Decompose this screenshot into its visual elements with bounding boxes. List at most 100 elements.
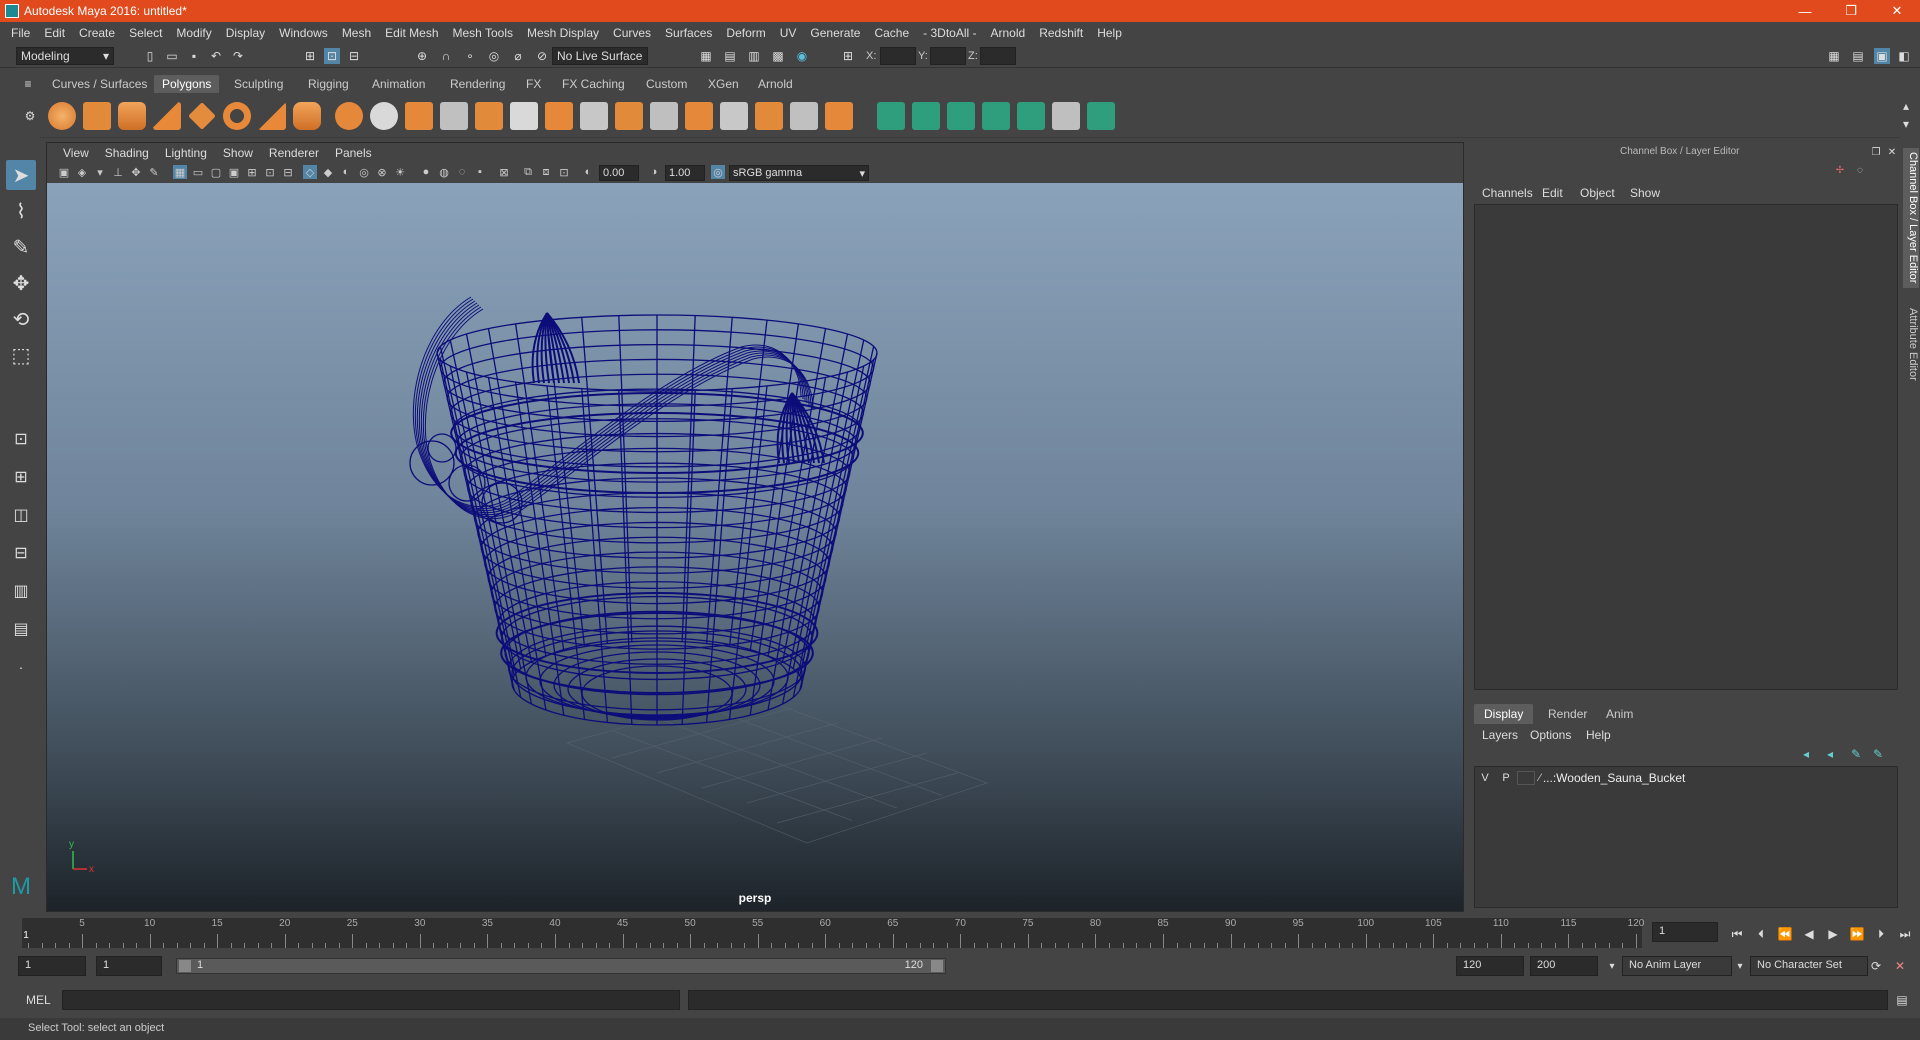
render-view-icon[interactable]: ▩ xyxy=(770,48,786,64)
3d-viewport[interactable]: y x persp xyxy=(47,183,1463,911)
camera-select-icon[interactable]: ▣ xyxy=(57,165,71,179)
spherical-mapping-icon[interactable] xyxy=(982,102,1010,130)
shelf-tab-arnold[interactable]: Arnold xyxy=(750,75,801,93)
step-forward-icon[interactable]: ⏵ xyxy=(1872,926,1890,942)
shelf-tab-curves-surfaces[interactable]: Curves / Surfaces xyxy=(44,75,155,93)
go-to-start-icon[interactable]: ⏮ xyxy=(1728,926,1746,942)
2d-pan-zoom-icon[interactable]: ✥ xyxy=(129,165,143,179)
range-end-handle[interactable] xyxy=(931,960,943,972)
shelf-tab-fx-caching[interactable]: FX Caching xyxy=(554,75,633,93)
step-forward-key-icon[interactable]: ⏩ xyxy=(1848,926,1866,942)
ipr-render-icon[interactable]: ▥ xyxy=(746,48,762,64)
persp-outliner-layout-icon[interactable]: ▥ xyxy=(6,576,36,606)
layer-color-swatch[interactable] xyxy=(1517,771,1535,785)
range-bar[interactable]: 1 120 xyxy=(176,958,946,974)
boolean-icon[interactable] xyxy=(475,102,503,130)
live-surface-field[interactable]: No Live Surface xyxy=(552,47,648,65)
planar-mapping-icon[interactable] xyxy=(912,102,940,130)
step-back-icon[interactable]: ⏴ xyxy=(1752,926,1770,942)
snap-curve-icon[interactable]: ∩ xyxy=(438,48,454,64)
menu-edit[interactable]: Edit xyxy=(37,26,72,40)
save-scene-icon[interactable]: ▪ xyxy=(186,48,202,64)
xray-joints-icon[interactable]: ⧈ xyxy=(539,165,553,179)
undo-icon[interactable]: ↶ xyxy=(208,48,224,64)
shelf-scroll-up-icon[interactable]: ▴ xyxy=(1898,98,1914,114)
hypershade-icon[interactable]: ◉ xyxy=(794,48,810,64)
scale-tool-icon[interactable]: ⬚ xyxy=(6,340,36,370)
close-panel-icon[interactable]: ✕ xyxy=(1884,144,1900,160)
poly-sphere-icon[interactable] xyxy=(48,102,76,130)
field-chart-icon[interactable]: ⊞ xyxy=(245,165,259,179)
layer-playback-toggle[interactable]: P xyxy=(1495,772,1517,784)
append-polygon-icon[interactable] xyxy=(650,102,678,130)
move-layer-up-icon[interactable]: ◂ xyxy=(1798,746,1814,762)
menu-display[interactable]: Display xyxy=(219,26,272,40)
multi-cut-icon[interactable] xyxy=(720,102,748,130)
new-scene-icon[interactable]: ▯ xyxy=(142,48,158,64)
menu-help[interactable]: Help xyxy=(1090,26,1129,40)
shelf-menu-icon[interactable]: ≡ xyxy=(20,76,36,92)
menu-edit-mesh[interactable]: Edit Mesh xyxy=(378,26,445,40)
workspace-icon[interactable]: ▦ xyxy=(1826,48,1842,64)
wireframe-icon[interactable]: ◇ xyxy=(303,165,317,179)
menu-deform[interactable]: Deform xyxy=(719,26,772,40)
poly-plane-icon[interactable] xyxy=(188,102,216,130)
channel-box-toggle-icon[interactable]: ▣ xyxy=(1874,48,1890,64)
playback-start-field[interactable]: 1 xyxy=(96,956,162,976)
current-frame-field[interactable]: 1 xyxy=(1652,922,1718,942)
layer-tab-anim[interactable]: Anim xyxy=(1596,704,1643,724)
maximize-button[interactable]: ❐ xyxy=(1828,0,1874,22)
xray-components-icon[interactable]: ⊡ xyxy=(557,165,571,179)
poly-pipe-icon[interactable] xyxy=(293,102,321,130)
playback-end-field[interactable]: 120 xyxy=(1456,956,1524,976)
animation-start-field[interactable]: 1 xyxy=(18,956,86,976)
layer-menu-options[interactable]: Options xyxy=(1530,728,1571,742)
command-input[interactable] xyxy=(62,990,680,1010)
bevel-icon[interactable] xyxy=(615,102,643,130)
shelf-tab-rendering[interactable]: Rendering xyxy=(442,75,513,93)
shelf-scroll-down-icon[interactable]: ▾ xyxy=(1898,116,1914,132)
select-object-icon[interactable]: ⊡ xyxy=(324,48,340,64)
viewport-menu-panels[interactable]: Panels xyxy=(327,146,380,160)
color-management-icon[interactable]: ◎ xyxy=(711,165,725,179)
shelf-tab-custom[interactable]: Custom xyxy=(638,75,695,93)
menu-surfaces[interactable]: Surfaces xyxy=(658,26,719,40)
snap-pivot-icon[interactable]: ⊘ xyxy=(534,48,550,64)
channel-box-menu-channels[interactable]: Channels xyxy=(1482,186,1533,200)
cylindrical-mapping-icon[interactable] xyxy=(947,102,975,130)
color-space-dropdown[interactable]: sRGB gamma ▾ xyxy=(729,165,869,181)
menu-mesh[interactable]: Mesh xyxy=(335,26,378,40)
poly-cube-icon[interactable] xyxy=(83,102,111,130)
gamma-field[interactable]: 1.00 xyxy=(665,165,705,181)
menu-arnold[interactable]: Arnold xyxy=(984,26,1033,40)
layout-icon[interactable]: ◧ xyxy=(1896,48,1912,64)
viewport-menu-shading[interactable]: Shading xyxy=(97,146,157,160)
connect-icon[interactable] xyxy=(825,102,853,130)
layer-menu-help[interactable]: Help xyxy=(1586,728,1611,742)
smooth-shade-icon[interactable]: ◆ xyxy=(321,165,335,179)
transform-mode-icon[interactable]: ⊞ xyxy=(840,48,856,64)
close-button[interactable]: ✕ xyxy=(1874,0,1920,22)
safe-action-icon[interactable]: ⊡ xyxy=(263,165,277,179)
mel-label[interactable]: MEL xyxy=(26,993,51,1007)
rotate-tool-icon[interactable]: ⟲ xyxy=(6,304,36,334)
anti-aliasing-icon[interactable]: ▪ xyxy=(473,165,487,179)
fill-hole-icon[interactable] xyxy=(685,102,713,130)
snap-view-icon[interactable]: ◎ xyxy=(486,48,502,64)
viewport-menu-renderer[interactable]: Renderer xyxy=(261,146,327,160)
unfold-icon[interactable] xyxy=(1087,102,1115,130)
viewport-menu-show[interactable]: Show xyxy=(215,146,261,160)
isolate-select-icon[interactable]: ⊠ xyxy=(497,165,511,179)
channel-box-menu-show[interactable]: Show xyxy=(1630,186,1660,200)
gamma-icon[interactable]: ◑ xyxy=(647,165,661,179)
auto-key-icon[interactable]: ⟳ xyxy=(1868,958,1884,974)
move-layer-down-icon[interactable]: ◂ xyxy=(1822,746,1838,762)
layer-name[interactable]: ...:Wooden_Sauna_Bucket xyxy=(1543,771,1686,785)
menu-modify[interactable]: Modify xyxy=(169,26,218,40)
image-plane-icon[interactable]: ⊥ xyxy=(111,165,125,179)
channel-box-area[interactable] xyxy=(1474,204,1898,690)
layout-options-icon[interactable]: · xyxy=(6,652,36,682)
two-panel-layout-icon[interactable]: ◫ xyxy=(6,500,36,530)
paint-select-tool-icon[interactable]: ✎ xyxy=(6,232,36,262)
film-gate-icon[interactable]: ▭ xyxy=(191,165,205,179)
